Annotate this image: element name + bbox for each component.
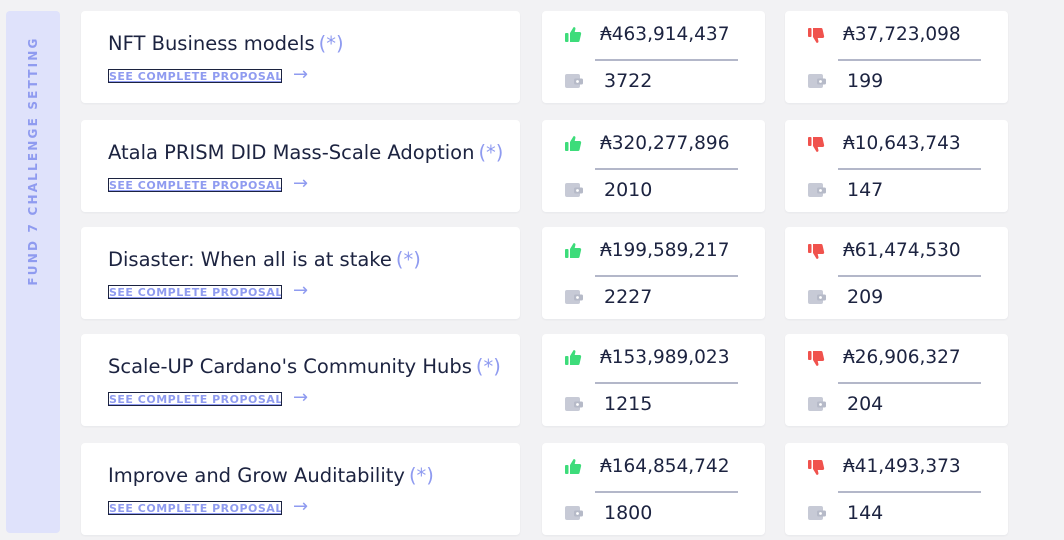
proposal-card: Scale-UP Cardano's Community Hubs (*) SEE… [81, 334, 520, 426]
asterisk-mark: (*) [475, 355, 501, 378]
divider [838, 275, 981, 277]
yes-vote-card: ₳199,589,217 2227 [542, 227, 765, 319]
wallet-icon [565, 397, 583, 411]
no-voter-count: 204 [847, 393, 884, 415]
wallet-icon [565, 506, 583, 520]
proposal-row: Improve and Grow Auditability (*) SEE COM… [81, 443, 1008, 535]
divider [595, 382, 738, 384]
no-amount: ₳41,493,373 [843, 456, 961, 477]
wallet-icon [808, 74, 826, 88]
divider [838, 59, 981, 61]
no-voter-count: 209 [847, 286, 884, 308]
divider [595, 491, 738, 493]
arrow-right-icon[interactable]: → [293, 386, 308, 410]
wallet-icon [808, 506, 826, 520]
proposal-row: Scale-UP Cardano's Community Hubs (*) SEE… [81, 334, 1008, 426]
divider [595, 59, 738, 61]
proposal-title: Scale-UP Cardano's Community Hubs [108, 355, 472, 378]
wallet-icon [808, 183, 826, 197]
wallet-icon [565, 183, 583, 197]
proposal-card: Disaster: When all is at stake (*) SEE CO… [81, 227, 520, 319]
arrow-right-icon[interactable]: → [293, 279, 308, 303]
yes-voter-count: 1800 [604, 502, 653, 524]
no-voter-count: 147 [847, 179, 884, 201]
asterisk-mark: (*) [318, 32, 344, 55]
yes-voter-count: 2010 [604, 179, 653, 201]
arrow-right-icon[interactable]: → [293, 495, 308, 519]
thumbs-down-icon [808, 351, 825, 366]
yes-voter-count: 3722 [604, 70, 653, 92]
yes-vote-card: ₳164,854,742 1800 [542, 443, 765, 535]
wallet-icon [565, 290, 583, 304]
no-vote-card: ₳26,906,327 204 [785, 334, 1008, 426]
proposal-title: Atala PRISM DID Mass-Scale Adoption [108, 141, 475, 164]
proposal-title-wrap: Scale-UP Cardano's Community Hubs (*) [108, 355, 501, 378]
yes-voter-count: 1215 [604, 393, 653, 415]
yes-amount: ₳164,854,742 [600, 456, 730, 477]
yes-vote-card: ₳320,277,896 2010 [542, 120, 765, 212]
divider [838, 168, 981, 170]
see-complete-proposal-link[interactable]: SEE COMPLETE PROPOSAL [108, 501, 282, 515]
arrow-right-icon[interactable]: → [293, 63, 308, 87]
proposal-title-wrap: Atala PRISM DID Mass-Scale Adoption (*) [108, 141, 503, 164]
see-complete-proposal-link[interactable]: SEE COMPLETE PROPOSAL [108, 392, 282, 406]
arrow-right-icon[interactable]: → [293, 172, 308, 196]
proposal-title-wrap: Improve and Grow Auditability (*) [108, 464, 434, 487]
thumbs-up-icon [565, 459, 582, 474]
divider [838, 382, 981, 384]
no-voter-count: 144 [847, 502, 884, 524]
no-voter-count: 199 [847, 70, 884, 92]
wallet-icon [808, 397, 826, 411]
see-complete-proposal-link[interactable]: SEE COMPLETE PROPOSAL [108, 69, 282, 83]
proposal-title-wrap: NFT Business models (*) [108, 32, 344, 55]
wallet-icon [565, 74, 583, 88]
proposal-card: NFT Business models (*) SEE COMPLETE PROP… [81, 11, 520, 103]
no-amount: ₳61,474,530 [843, 240, 961, 261]
yes-amount: ₳320,277,896 [600, 133, 730, 154]
proposal-title-wrap: Disaster: When all is at stake (*) [108, 248, 421, 271]
see-complete-proposal-link[interactable]: SEE COMPLETE PROPOSAL [108, 285, 282, 299]
no-amount: ₳10,643,743 [843, 133, 961, 154]
thumbs-up-icon [565, 350, 582, 365]
thumbs-up-icon [565, 27, 582, 42]
proposal-title: Improve and Grow Auditability [108, 464, 405, 487]
no-vote-card: ₳10,643,743 147 [785, 120, 1008, 212]
thumbs-up-icon [565, 136, 582, 151]
challenge-side-tab-label: FUND 7 CHALLENGE SETTING [26, 36, 40, 286]
yes-amount: ₳153,989,023 [600, 347, 730, 368]
divider [595, 275, 738, 277]
yes-amount: ₳199,589,217 [600, 240, 730, 261]
asterisk-mark: (*) [408, 464, 434, 487]
proposal-row: NFT Business models (*) SEE COMPLETE PROP… [81, 11, 1008, 103]
no-amount: ₳37,723,098 [843, 24, 961, 45]
proposal-row: Disaster: When all is at stake (*) SEE CO… [81, 227, 1008, 319]
thumbs-down-icon [808, 137, 825, 152]
divider [838, 491, 981, 493]
no-vote-card: ₳41,493,373 144 [785, 443, 1008, 535]
challenge-side-tab: FUND 7 CHALLENGE SETTING [6, 11, 60, 533]
proposal-card: Improve and Grow Auditability (*) SEE COM… [81, 443, 520, 535]
proposal-row: Atala PRISM DID Mass-Scale Adoption (*) S… [81, 120, 1008, 212]
wallet-icon [808, 290, 826, 304]
no-amount: ₳26,906,327 [843, 347, 961, 368]
proposal-title: Disaster: When all is at stake [108, 248, 392, 271]
no-vote-card: ₳37,723,098 199 [785, 11, 1008, 103]
yes-vote-card: ₳463,914,437 3722 [542, 11, 765, 103]
asterisk-mark: (*) [478, 141, 504, 164]
proposal-card: Atala PRISM DID Mass-Scale Adoption (*) S… [81, 120, 520, 212]
yes-vote-card: ₳153,989,023 1215 [542, 334, 765, 426]
proposal-title: NFT Business models [108, 32, 315, 55]
yes-amount: ₳463,914,437 [600, 24, 730, 45]
thumbs-up-icon [565, 243, 582, 258]
asterisk-mark: (*) [395, 248, 421, 271]
see-complete-proposal-link[interactable]: SEE COMPLETE PROPOSAL [108, 178, 282, 192]
thumbs-down-icon [808, 244, 825, 259]
thumbs-down-icon [808, 460, 825, 475]
no-vote-card: ₳61,474,530 209 [785, 227, 1008, 319]
thumbs-down-icon [808, 28, 825, 43]
divider [595, 168, 738, 170]
yes-voter-count: 2227 [604, 286, 653, 308]
